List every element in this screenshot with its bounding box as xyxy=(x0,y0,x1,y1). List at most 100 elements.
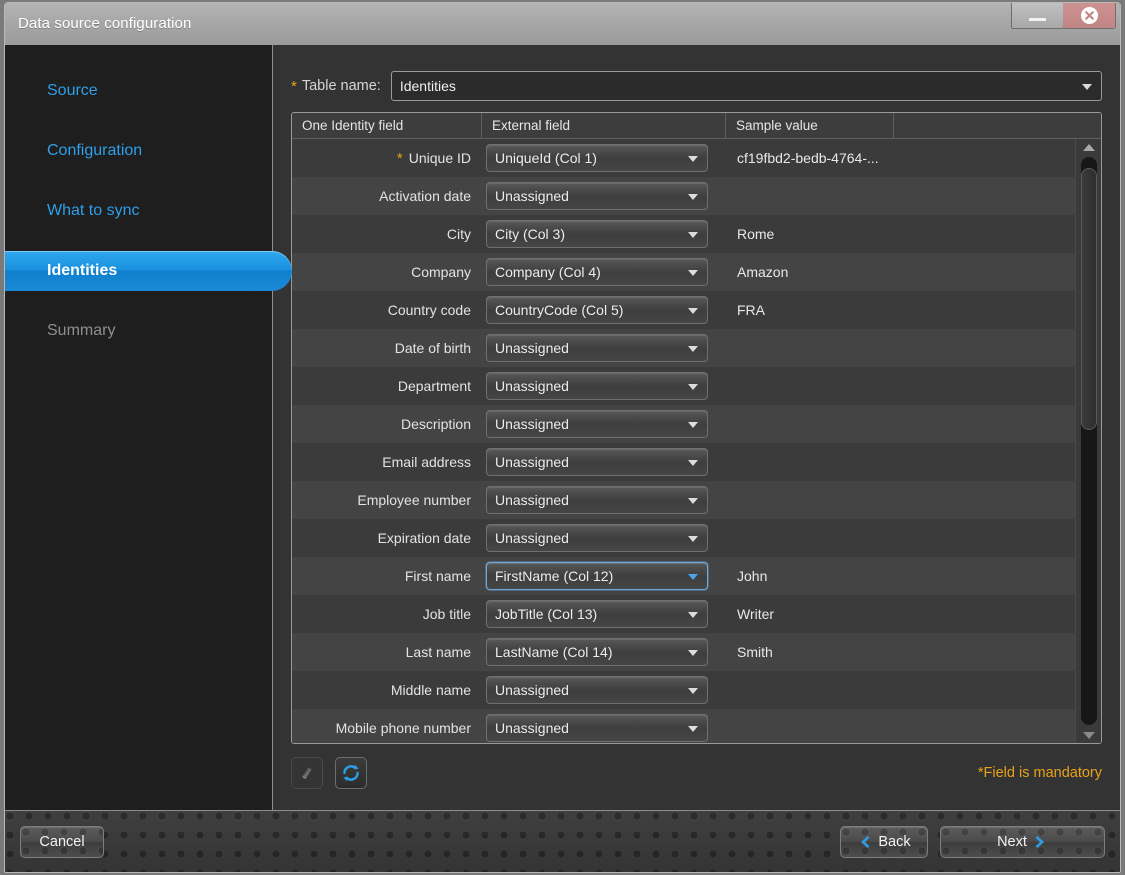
column-header-one-identity-field[interactable]: One Identity field xyxy=(292,113,482,138)
external-field-select[interactable]: FirstName (Col 12) xyxy=(486,562,708,590)
external-field-value: Unassigned xyxy=(495,682,569,698)
external-field-cell: LastName (Col 14) xyxy=(482,638,726,666)
external-field-select[interactable]: Unassigned xyxy=(486,714,708,742)
external-field-select[interactable]: Unassigned xyxy=(486,448,708,476)
close-button[interactable] xyxy=(1063,2,1116,29)
column-header-spacer[interactable] xyxy=(894,113,1075,138)
external-field-select[interactable]: Unassigned xyxy=(486,334,708,362)
one-identity-field-label: Date of birth xyxy=(292,340,482,356)
chevron-down-icon xyxy=(688,460,698,466)
external-field-value: Unassigned xyxy=(495,530,569,546)
chevron-down-icon xyxy=(688,498,698,504)
grid-actions-toolbar: *Field is mandatory xyxy=(291,756,1102,790)
required-marker: * xyxy=(397,151,403,166)
scroll-up-button[interactable] xyxy=(1076,139,1102,155)
next-button[interactable]: Next xyxy=(940,826,1105,858)
grid-rows-container: *Unique IDUniqueId (Col 1)cf19fbd2-bedb-… xyxy=(292,139,1075,743)
external-field-cell: Unassigned xyxy=(482,524,726,552)
external-field-value: Unassigned xyxy=(495,340,569,356)
chevron-down-icon xyxy=(1082,84,1092,90)
chevron-right-icon xyxy=(1034,834,1048,850)
chevron-down-icon xyxy=(1083,732,1095,739)
chevron-down-icon xyxy=(688,232,698,238)
external-field-select[interactable]: UniqueId (Col 1) xyxy=(486,144,708,172)
scrollbar-thumb[interactable] xyxy=(1081,168,1097,429)
one-identity-field-label: * Unique ID xyxy=(292,150,482,166)
external-field-value: Unassigned xyxy=(495,378,569,394)
required-marker: * xyxy=(291,79,297,94)
close-icon xyxy=(1080,6,1099,25)
table-row: Date of birth Unassigned xyxy=(292,329,1075,367)
external-field-value: LastName (Col 14) xyxy=(495,644,613,660)
table-row: Country code CountryCode (Col 5) FRA xyxy=(292,291,1075,329)
table-name-label: Table name: xyxy=(302,78,381,94)
mandatory-field-note: *Field is mandatory xyxy=(978,765,1102,781)
table-row: Employee numberUnassigned xyxy=(292,481,1075,519)
external-field-value: CountryCode (Col 5) xyxy=(495,302,623,318)
one-identity-field-label: Job title xyxy=(292,606,482,622)
external-field-select[interactable]: Unassigned xyxy=(486,410,708,438)
refresh-button[interactable] xyxy=(335,757,367,789)
external-field-value: Unassigned xyxy=(495,416,569,432)
sidebar-item-what-to-sync[interactable]: What to sync xyxy=(5,191,272,231)
external-field-select[interactable]: Unassigned xyxy=(486,372,708,400)
external-field-select[interactable]: JobTitle (Col 13) xyxy=(486,600,708,628)
minimize-icon xyxy=(1029,18,1046,21)
column-header-external-field[interactable]: External field xyxy=(482,113,726,138)
table-name-row: * Table name: Identities xyxy=(291,71,1102,101)
field-name: Mobile phone number xyxy=(336,720,471,736)
external-field-cell: JobTitle (Col 13) xyxy=(482,600,726,628)
grid-header-row: One Identity field External field Sample… xyxy=(292,113,1101,139)
field-name: Department xyxy=(398,378,471,394)
sample-value: John xyxy=(726,568,1075,584)
grid-header-scroll-pad xyxy=(1075,113,1101,138)
window-controls xyxy=(1011,2,1116,29)
sample-value: Smith xyxy=(726,644,1075,660)
chevron-down-icon xyxy=(688,194,698,200)
external-field-value: FirstName (Col 12) xyxy=(495,568,613,584)
external-field-select[interactable]: Company (Col 4) xyxy=(486,258,708,286)
sidebar-item-configuration[interactable]: Configuration xyxy=(5,131,272,171)
table-row: Department Unassigned xyxy=(292,367,1075,405)
external-field-value: JobTitle (Col 13) xyxy=(495,606,597,622)
one-identity-field-label: Expiration date xyxy=(292,530,482,546)
sidebar-item-identities[interactable]: Identities xyxy=(4,251,292,291)
column-header-sample-value[interactable]: Sample value xyxy=(726,113,894,138)
field-name: Expiration date xyxy=(378,530,471,546)
field-name: Email address xyxy=(382,454,471,470)
field-name: Unique ID xyxy=(409,150,471,166)
chevron-down-icon xyxy=(688,688,698,694)
external-field-select[interactable]: CountryCode (Col 5) xyxy=(486,296,708,324)
minimize-button[interactable] xyxy=(1011,2,1064,29)
one-identity-field-label: Company xyxy=(292,264,482,280)
external-field-cell: City (Col 3) xyxy=(482,220,726,248)
external-field-select[interactable]: Unassigned xyxy=(486,486,708,514)
one-identity-field-label: Description xyxy=(292,416,482,432)
table-row: Email address Unassigned xyxy=(292,443,1075,481)
external-field-select[interactable]: Unassigned xyxy=(486,524,708,552)
external-field-select[interactable]: Unassigned xyxy=(486,676,708,704)
sidebar-item-source[interactable]: Source xyxy=(5,71,272,111)
chevron-down-icon xyxy=(688,346,698,352)
scroll-down-button[interactable] xyxy=(1076,727,1102,743)
clear-mapping-button[interactable] xyxy=(291,757,323,789)
external-field-cell: Unassigned xyxy=(482,486,726,514)
chevron-down-icon xyxy=(688,270,698,276)
grid-vertical-scrollbar[interactable] xyxy=(1075,139,1101,743)
external-field-select[interactable]: City (Col 3) xyxy=(486,220,708,248)
external-field-value: Unassigned xyxy=(495,188,569,204)
back-button[interactable]: Back xyxy=(840,826,928,858)
field-name: Country code xyxy=(388,302,471,318)
field-name: Job title xyxy=(423,606,471,622)
external-field-cell: UniqueId (Col 1) xyxy=(482,144,726,172)
sample-value: FRA xyxy=(726,302,1075,318)
chevron-down-icon xyxy=(688,384,698,390)
scrollbar-track[interactable] xyxy=(1081,157,1097,725)
table-row: CompanyCompany (Col 4)Amazon xyxy=(292,253,1075,291)
external-field-select[interactable]: LastName (Col 14) xyxy=(486,638,708,666)
grid-body: *Unique IDUniqueId (Col 1)cf19fbd2-bedb-… xyxy=(292,139,1101,743)
table-name-select[interactable]: Identities xyxy=(391,71,1102,101)
external-field-select[interactable]: Unassigned xyxy=(486,182,708,210)
sidebar-item-label: Summary xyxy=(47,322,115,340)
cancel-button[interactable]: Cancel xyxy=(20,826,104,858)
